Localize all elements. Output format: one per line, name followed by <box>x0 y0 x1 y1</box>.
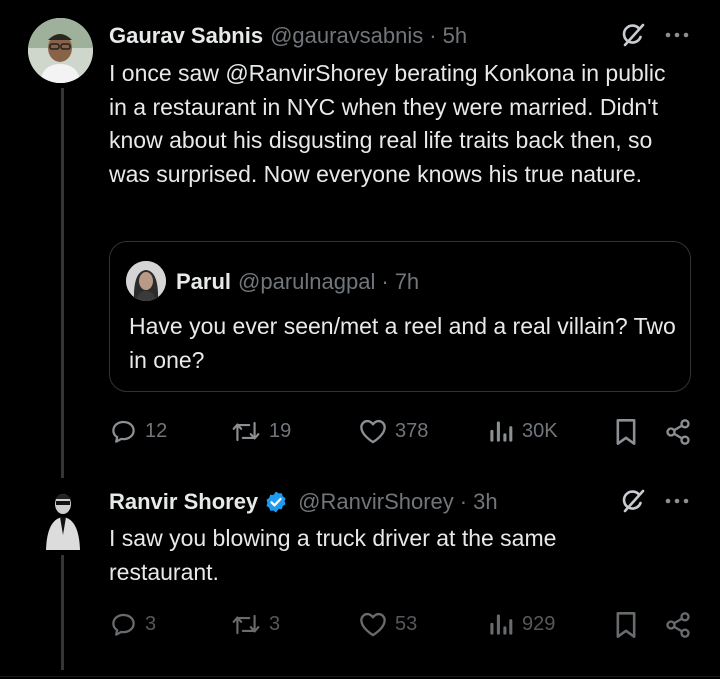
thread-line <box>61 555 64 670</box>
repost-count: 19 <box>269 420 292 442</box>
reply-button[interactable]: 12 <box>110 418 167 445</box>
repost-icon <box>231 611 261 638</box>
author-name[interactable]: Ranvir Shorey <box>109 489 258 515</box>
repost-button[interactable]: 19 <box>231 418 291 445</box>
separator: · <box>429 23 437 48</box>
repost-icon <box>231 418 261 445</box>
repost-button[interactable]: 3 <box>231 611 280 638</box>
views-button[interactable]: 929 <box>488 611 555 637</box>
quote-author-name: Parul <box>176 269 232 294</box>
quote-text: Have you ever seen/met a reel and a real… <box>129 313 676 373</box>
views-bars-icon <box>488 418 514 444</box>
avatar[interactable] <box>28 18 93 83</box>
avatar[interactable] <box>38 487 88 550</box>
tweet-text: I saw you blowing a truck driver at the … <box>109 525 557 585</box>
tweet-header: Ranvir Shorey @RanvirShorey · 3h <box>109 488 498 516</box>
tweet-header: Gaurav Sabnis @gauravsabnis · 5h <box>109 22 467 50</box>
separator: · <box>381 269 389 294</box>
reply-count: 12 <box>145 420 168 442</box>
quote-author-handle: @parulnagpal <box>238 269 376 294</box>
author-handle[interactable]: @gauravsabnis <box>270 23 423 49</box>
timestamp[interactable]: 3h <box>473 489 497 515</box>
bookmark-icon[interactable] <box>614 418 638 446</box>
reply-count: 3 <box>145 613 157 635</box>
author-handle[interactable]: @RanvirShorey <box>298 489 454 515</box>
tweet-text: I once saw @RanvirShorey berating Konkon… <box>109 60 666 187</box>
views-bars-icon <box>488 611 514 637</box>
timestamp[interactable]: 5h <box>443 23 467 49</box>
grok-slash-icon[interactable] <box>620 22 646 48</box>
separator: · <box>459 489 468 514</box>
quote-header: Parul @parulnagpal · 7h <box>176 268 419 296</box>
grok-slash-icon[interactable] <box>620 488 646 514</box>
reply-bubble-icon <box>110 611 137 638</box>
divider <box>0 676 720 677</box>
reply-button[interactable]: 3 <box>110 611 156 638</box>
quote-timestamp: 7h <box>394 269 420 294</box>
like-button[interactable]: 378 <box>359 418 428 444</box>
quote-avatar[interactable] <box>126 261 166 301</box>
views-count: 30K <box>522 419 558 442</box>
heart-icon <box>359 418 387 444</box>
heart-icon <box>359 611 387 637</box>
views-button[interactable]: 30K <box>488 418 558 444</box>
verified-badge-icon <box>264 490 288 514</box>
like-button[interactable]: 53 <box>359 611 417 637</box>
like-count: 378 <box>395 419 429 442</box>
share-icon[interactable] <box>664 611 692 639</box>
views-count: 929 <box>522 612 556 635</box>
reply-bubble-icon <box>110 418 137 445</box>
share-icon[interactable] <box>664 418 692 446</box>
repost-count: 3 <box>269 613 281 635</box>
more-dots-icon[interactable] <box>665 31 689 39</box>
bookmark-icon[interactable] <box>614 611 638 639</box>
author-name[interactable]: Gaurav Sabnis <box>109 23 263 49</box>
more-dots-icon[interactable] <box>665 497 689 505</box>
thread-line <box>61 88 64 478</box>
like-count: 53 <box>395 612 418 635</box>
